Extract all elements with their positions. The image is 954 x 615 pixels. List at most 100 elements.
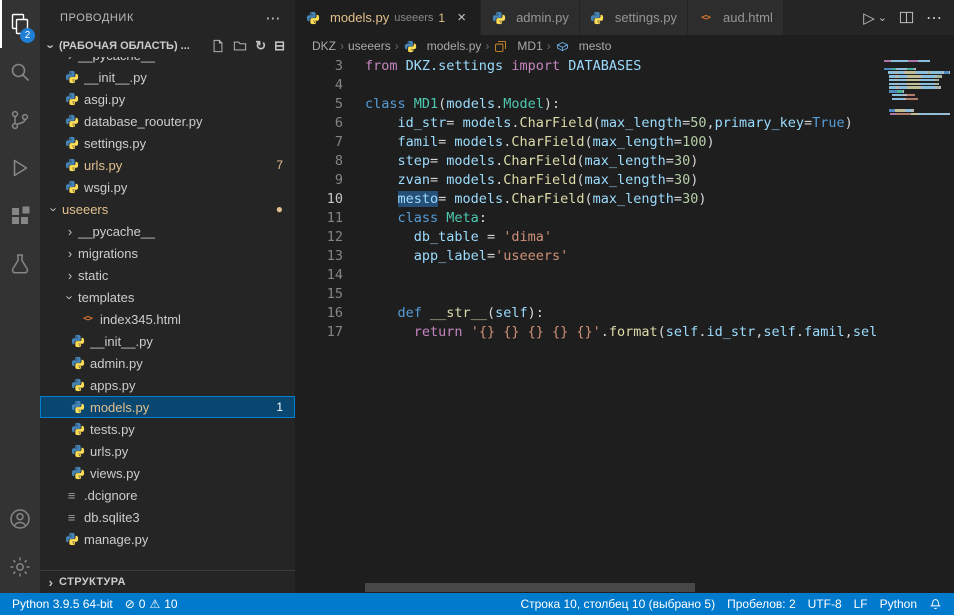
- activity-item-testing[interactable]: [0, 240, 40, 288]
- status-item-eol[interactable]: LF: [848, 593, 874, 615]
- activity-item-settings[interactable]: [0, 543, 40, 591]
- code-line-13[interactable]: app_label='useeers': [365, 247, 878, 266]
- code-line-3[interactable]: from DKZ.settings import DATABASES: [365, 57, 878, 76]
- new-file-icon[interactable]: [211, 39, 225, 53]
- tree-item-apps.py[interactable]: apps.py: [40, 374, 295, 396]
- tree-item-.dcignore[interactable]: ≡.dcignore: [40, 484, 295, 506]
- minimap-line-5: [884, 68, 950, 70]
- status-left: Python 3.9.5 64-bit⊘0⚠10: [0, 593, 184, 615]
- tree-item-asgi.py[interactable]: asgi.py: [40, 88, 295, 110]
- tree-item-database_roouter.py[interactable]: database_roouter.py: [40, 110, 295, 132]
- tab-settings.py[interactable]: settings.py: [580, 0, 688, 35]
- chevron-down-icon: ›: [44, 38, 59, 54]
- account-icon: [8, 507, 32, 531]
- more-actions-icon[interactable]: ⋯: [926, 8, 942, 28]
- code-line-16[interactable]: def __str__(self):: [365, 304, 878, 323]
- tree-item-admin.py[interactable]: admin.py: [40, 352, 295, 374]
- close-icon[interactable]: ×: [453, 9, 470, 26]
- code-line-5[interactable]: class MD1(models.Model):: [365, 95, 878, 114]
- tab-models.py[interactable]: models.pyuseeers1×: [295, 0, 481, 35]
- minimap-line-9: [884, 83, 950, 85]
- tree-item-useeers[interactable]: ›useeers●: [40, 198, 295, 220]
- code-line-8[interactable]: step= models.CharField(max_length=30): [365, 152, 878, 171]
- python-icon: [64, 114, 79, 129]
- tree-item-models.py[interactable]: models.py1: [40, 396, 295, 418]
- minimap[interactable]: [882, 57, 952, 593]
- tab-badge: 1: [438, 11, 445, 25]
- status-item-language-mode[interactable]: Python: [874, 593, 923, 615]
- run-button[interactable]: ▷: [863, 9, 875, 27]
- code-area: 34567891011121314151617 from DKZ.setting…: [295, 57, 954, 593]
- workspace-section-header[interactable]: › (РАБОЧАЯ ОБЛАСТЬ) ... ↻ ⊟: [40, 35, 295, 57]
- class-icon: [493, 39, 508, 54]
- error-icon: ⊘: [125, 597, 135, 611]
- code-line-9[interactable]: zvan= models.CharField(max_length=30): [365, 171, 878, 190]
- tree-item-urls.py[interactable]: urls.py: [40, 440, 295, 462]
- status-item-problems[interactable]: ⊘0⚠10: [119, 593, 184, 615]
- search-icon: [8, 60, 32, 84]
- code-line-7[interactable]: famil= models.CharField(max_length=100): [365, 133, 878, 152]
- sidebar-more-actions-icon[interactable]: ⋯: [265, 9, 281, 27]
- tab-admin.py[interactable]: admin.py: [481, 0, 580, 35]
- activity-item-source-control[interactable]: [0, 96, 40, 144]
- code-line-11[interactable]: class Meta:: [365, 209, 878, 228]
- breadcrumb-item-mesto[interactable]: mesto: [555, 39, 612, 54]
- activity-item-explorer[interactable]: 2: [0, 0, 40, 48]
- collapse-all-icon[interactable]: ⊟: [274, 39, 285, 53]
- minimap-line-12: [884, 94, 950, 96]
- tree-item-views.py[interactable]: views.py: [40, 462, 295, 484]
- breadcrumb-item-useeers[interactable]: useeers: [348, 39, 391, 53]
- status-item-label: LF: [854, 597, 868, 611]
- new-folder-icon[interactable]: [233, 39, 247, 53]
- status-item-python-interpreter[interactable]: Python 3.9.5 64-bit: [6, 593, 119, 615]
- outline-section-header[interactable]: › СТРУКТУРА: [40, 570, 295, 593]
- tree-item-migrations[interactable]: ›migrations: [40, 242, 295, 264]
- status-item-indentation[interactable]: Пробелов: 2: [721, 593, 802, 615]
- breadcrumb-item-DKZ[interactable]: DKZ: [312, 39, 336, 53]
- tree-item-__pycache__[interactable]: ›__pycache__: [40, 220, 295, 242]
- activity-item-search[interactable]: [0, 48, 40, 96]
- warning-count: 10: [164, 597, 177, 611]
- code-editor[interactable]: from DKZ.settings import DATABASES class…: [365, 57, 878, 593]
- sidebar-explorer: ПРОВОДНИК ⋯ › (РАБОЧАЯ ОБЛАСТЬ) ... ↻ ⊟ …: [40, 0, 295, 593]
- line-number-13: 13: [295, 247, 343, 266]
- field-icon: [555, 39, 570, 54]
- code-line-12[interactable]: db_table = 'dima': [365, 228, 878, 247]
- activity-item-account[interactable]: [0, 495, 40, 543]
- tree-item-settings.py[interactable]: settings.py: [40, 132, 295, 154]
- code-line-4[interactable]: [365, 76, 878, 95]
- run-dropdown-icon[interactable]: ⌄: [878, 11, 887, 24]
- tree-item-templates[interactable]: ›templates: [40, 286, 295, 308]
- activity-item-run-debug[interactable]: [0, 144, 40, 192]
- extensions-icon: [8, 204, 32, 228]
- tree-item-static[interactable]: ›static: [40, 264, 295, 286]
- breadcrumb-item-MD1[interactable]: MD1: [493, 39, 542, 54]
- tree-item-__pycache__[interactable]: ›__pycache__: [40, 57, 295, 66]
- split-editor-icon[interactable]: [899, 10, 914, 25]
- tree-item-db.sqlite3[interactable]: ≡db.sqlite3: [40, 506, 295, 528]
- activity-item-extensions[interactable]: [0, 192, 40, 240]
- tree-item-wsgi.py[interactable]: wsgi.py: [40, 176, 295, 198]
- tree-item-__init__.py[interactable]: __init__.py: [40, 330, 295, 352]
- python-icon: [70, 466, 85, 481]
- refresh-icon[interactable]: ↻: [255, 39, 266, 53]
- tree-item-index345.html[interactable]: <>index345.html: [40, 308, 295, 330]
- tree-item-__init__.py[interactable]: __init__.py: [40, 66, 295, 88]
- tab-aud.html[interactable]: <>aud.html: [688, 0, 784, 35]
- breadcrumb-item-models.py[interactable]: models.py: [403, 39, 482, 54]
- code-line-6[interactable]: id_str= models.CharField(max_length=50,p…: [365, 114, 878, 133]
- status-right: Строка 10, столбец 10 (выбрано 5)Пробело…: [514, 593, 954, 615]
- tree-item-manage.py[interactable]: manage.py: [40, 528, 295, 550]
- tree-item-tests.py[interactable]: tests.py: [40, 418, 295, 440]
- code-line-15[interactable]: [365, 285, 878, 304]
- code-line-14[interactable]: [365, 266, 878, 285]
- status-item-cursor-position[interactable]: Строка 10, столбец 10 (выбрано 5): [514, 593, 721, 615]
- code-line-17[interactable]: return '{} {} {} {} {}'.format(self.id_s…: [365, 323, 878, 342]
- file-tree: ›__pycache____init__.pyasgi.pydatabase_r…: [40, 57, 295, 570]
- tree-item-urls.py[interactable]: urls.py7: [40, 154, 295, 176]
- status-item-encoding[interactable]: UTF-8: [802, 593, 848, 615]
- code-line-10[interactable]: mesto= models.CharField(max_length=30): [365, 190, 878, 209]
- horizontal-scrollbar[interactable]: [365, 583, 695, 592]
- outline-label: СТРУКТУРА: [59, 576, 126, 588]
- notifications-bell[interactable]: [923, 593, 948, 615]
